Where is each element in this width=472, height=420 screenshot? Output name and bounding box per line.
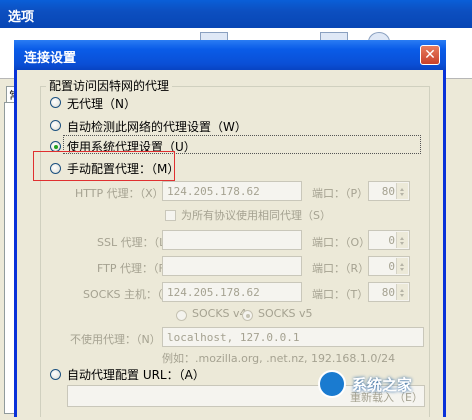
http-proxy-label: HTTP 代理：（X） — [75, 187, 164, 200]
http-port-label: 端口：（P） — [312, 187, 369, 200]
ssl-port-label: 端口：（O） — [312, 236, 371, 249]
ftp-proxy-input[interactable] — [162, 256, 302, 276]
http-port-value: 80 — [381, 185, 395, 198]
close-button[interactable]: ✕ — [420, 45, 440, 65]
no-proxy-label[interactable]: 无代理（N） — [67, 95, 136, 112]
no-proxy-for-value: localhost, 127.0.0.1 — [167, 331, 300, 344]
spin-arrows-icon[interactable] — [396, 258, 408, 274]
manual-proxy-radio[interactable] — [50, 163, 61, 174]
ssl-proxy-input[interactable] — [162, 230, 302, 250]
socks-host-value: 124.205.178.62 — [167, 286, 260, 299]
ftp-port-stepper[interactable]: 0 — [368, 256, 410, 276]
ftp-port-value: 0 — [388, 260, 395, 273]
socks-v5-radio[interactable] — [242, 310, 253, 321]
options-window-title: 选项 — [8, 10, 35, 25]
socks-v5-label[interactable]: SOCKS v5 — [258, 307, 313, 320]
http-port-stepper[interactable]: 80 — [368, 181, 410, 201]
options-window-titlebar: 选项 — [0, 0, 472, 28]
dialog-title: 连接设置 — [24, 51, 77, 66]
ssl-port-stepper[interactable]: 0 — [368, 230, 410, 250]
auto-detect-label[interactable]: 自动检测此网络的代理设置（W） — [67, 118, 247, 135]
socks-v4-label[interactable]: SOCKS v4 — [192, 307, 247, 320]
socks-port-stepper[interactable]: 80 — [368, 282, 410, 302]
auto-config-radio[interactable] — [50, 369, 61, 380]
no-proxy-for-input[interactable]: localhost, 127.0.0.1 — [162, 327, 424, 347]
same-proxy-checkbox[interactable] — [165, 210, 176, 221]
proxy-group-legend: 配置访问因特网的代理 — [46, 77, 173, 94]
spin-arrows-icon[interactable] — [396, 232, 408, 248]
no-proxy-for-label: 不使用代理：（N） — [70, 333, 161, 346]
socks-port-value: 80 — [381, 286, 395, 299]
same-proxy-label[interactable]: 为所有协议使用相同代理（S） — [181, 207, 331, 223]
no-proxy-example: 例如：.mozilla.org, .net.nz, 192.168.1.0/24 — [162, 352, 396, 365]
auto-detect-radio[interactable] — [50, 120, 61, 131]
no-proxy-radio[interactable] — [50, 97, 61, 108]
manual-proxy-label[interactable]: 手动配置代理：（M） — [67, 160, 179, 177]
http-proxy-input[interactable]: 124.205.178.62 — [162, 181, 302, 201]
ssl-port-value: 0 — [388, 234, 395, 247]
spin-arrows-icon[interactable] — [396, 183, 408, 199]
spin-arrows-icon[interactable] — [396, 284, 408, 300]
auto-config-label[interactable]: 自动代理配置 URL：（A） — [67, 366, 205, 383]
watermark-logo — [318, 370, 346, 398]
socks-port-label: 端口：（T） — [312, 288, 369, 301]
http-proxy-value: 124.205.178.62 — [167, 185, 260, 198]
close-icon: ✕ — [424, 47, 436, 63]
dialog-titlebar[interactable] — [14, 40, 446, 70]
ftp-port-label: 端口：（R） — [312, 262, 370, 275]
socks-host-input[interactable]: 124.205.178.62 — [162, 282, 302, 302]
socks-v4-radio[interactable] — [176, 310, 187, 321]
watermark-text: 系统之家 — [352, 376, 413, 394]
